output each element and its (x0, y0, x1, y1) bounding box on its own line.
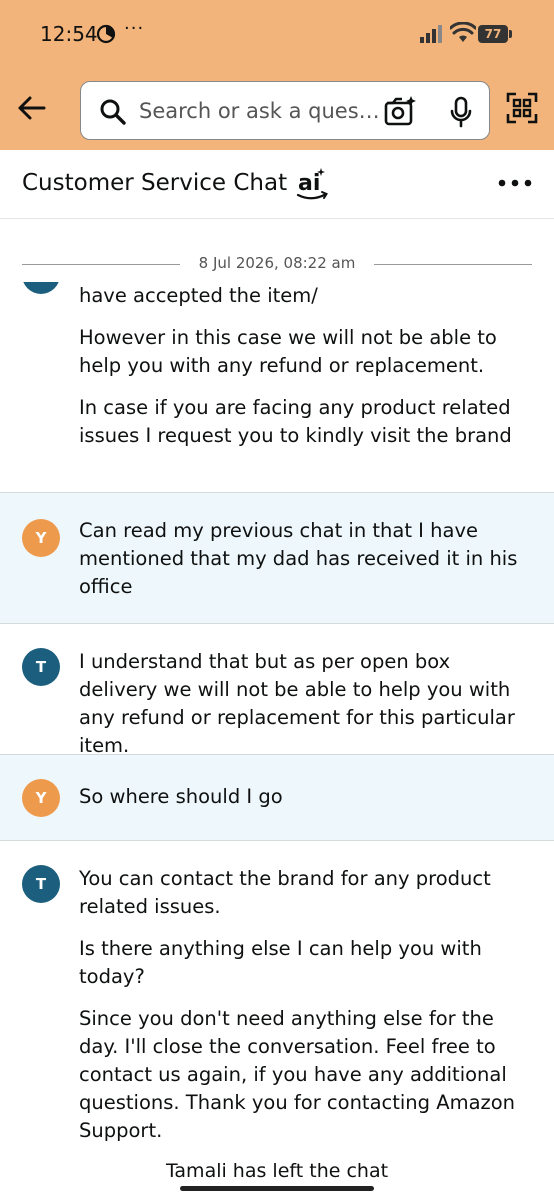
timestamp-text: 8 Jul 2026, 08:22 am (198, 254, 356, 272)
microphone-icon[interactable] (449, 96, 473, 128)
message-paragraph: However in this case we will not be able… (79, 326, 497, 377)
user-avatar: Y (22, 519, 60, 557)
message-text: And after thorough inspection and check … (79, 282, 534, 464)
user-message: Y Can read my previous chat in that I ha… (0, 492, 554, 623)
qr-scan-icon[interactable] (506, 92, 538, 124)
status-bar: 12:54 ··· 77 (0, 0, 554, 70)
chat-header: Customer Service Chat (0, 150, 554, 219)
divider-line (374, 264, 532, 265)
search-placeholder: Search or ask a ques… (139, 99, 380, 123)
message-paragraph: Since you don't need anything else for t… (79, 1007, 516, 1142)
ai-logo-text: ai (298, 171, 320, 196)
search-input[interactable]: Search or ask a ques… (80, 81, 490, 140)
message-paragraph: You can contact the brand for any produc… (79, 867, 491, 918)
agent-message: T I understand that but as per open box … (0, 623, 554, 757)
camera-search-icon[interactable] (383, 95, 417, 127)
moon-icon (96, 24, 116, 44)
search-icon (100, 99, 126, 125)
message-text: So where should I go (79, 783, 534, 825)
amazon-ai-logo: ai (296, 168, 328, 200)
message-paragraph: I understand that but as per open box de… (79, 650, 515, 757)
agent-avatar: T (22, 648, 60, 686)
message-paragraph: And after thorough inspection and check … (79, 284, 318, 307)
message-text: You can contact the brand for any produc… (79, 865, 534, 1159)
divider-line (22, 264, 180, 265)
chat-timestamp: 8 Jul 2026, 08:22 am (22, 252, 532, 278)
more-options-icon[interactable] (498, 176, 532, 190)
message-list[interactable]: T And after thorough inspection and chec… (0, 282, 554, 1180)
home-indicator[interactable] (180, 1186, 374, 1191)
status-dots: ··· (124, 18, 145, 39)
back-arrow-icon[interactable] (14, 90, 50, 126)
agent-avatar: T (22, 865, 60, 903)
page-title: Customer Service Chat (22, 170, 288, 196)
signal-icon (420, 25, 442, 43)
wifi-icon (450, 22, 476, 42)
user-avatar: Y (22, 779, 60, 817)
agent-avatar: T (22, 282, 60, 294)
system-note: Tamali has left the chat (165, 1160, 389, 1182)
message-paragraph: So where should I go (79, 785, 283, 808)
user-message: Y So where should I go (0, 754, 554, 840)
agent-message: T You can contact the brand for any prod… (0, 840, 554, 1142)
agent-message: T And after thorough inspection and chec… (0, 282, 554, 492)
status-time: 12:54 (40, 22, 98, 46)
message-paragraph: Is there anything else I can help you wi… (79, 937, 482, 988)
message-paragraph: In case if you are facing any product re… (79, 396, 512, 447)
message-paragraph: Can read my previous chat in that I have… (79, 519, 518, 598)
message-text: Can read my previous chat in that I have… (79, 517, 534, 615)
battery-icon: 77 (478, 25, 508, 43)
battery-nub (509, 30, 512, 38)
